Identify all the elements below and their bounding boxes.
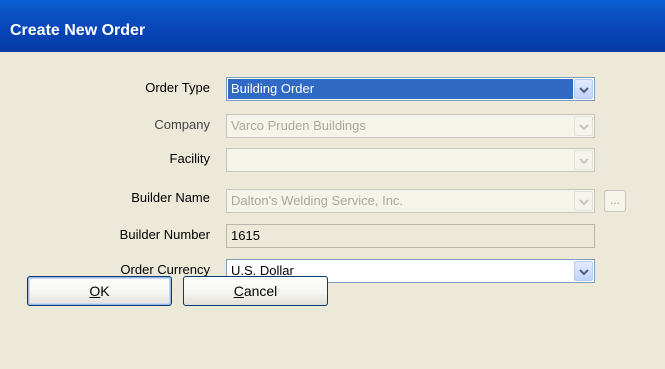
chevron-down-icon [579, 158, 589, 165]
order-type-select[interactable]: Building Order [226, 77, 595, 101]
builder-name-select[interactable]: Dalton's Welding Service, Inc. [226, 189, 595, 213]
chevron-down-icon [579, 87, 589, 94]
facility-label: Facility [169, 151, 210, 166]
window-title: Create New Order [10, 22, 146, 39]
ok-button[interactable]: OK [27, 276, 172, 306]
chevron-down-icon [579, 199, 589, 206]
company-value: Varco Pruden Buildings [231, 118, 366, 133]
builder-name-value: Dalton's Welding Service, Inc. [231, 193, 404, 208]
builder-browse-button[interactable]: ... [604, 190, 626, 212]
order-currency-dropdown-button[interactable] [574, 261, 593, 281]
builder-name-dropdown-button[interactable] [574, 191, 593, 211]
builder-name-label: Builder Name [131, 190, 210, 205]
title-bar[interactable]: Create New Order [0, 0, 665, 52]
chevron-down-icon [579, 124, 589, 131]
company-select[interactable]: Varco Pruden Buildings [226, 114, 595, 138]
cancel-button[interactable]: Cancel [183, 276, 328, 306]
order-type-dropdown-button[interactable] [574, 79, 593, 99]
dialog-body: Order Type Building Order Company Varco … [0, 52, 665, 369]
ok-label-rest: K [100, 283, 110, 299]
chevron-down-icon [579, 269, 589, 276]
builder-number-label: Builder Number [119, 227, 210, 242]
facility-value [228, 150, 573, 170]
order-type-label: Order Type [145, 80, 210, 95]
order-type-value: Building Order [228, 79, 573, 99]
facility-dropdown-button[interactable] [574, 150, 593, 170]
company-label: Company [154, 117, 210, 132]
ok-mnemonic: O [89, 283, 101, 299]
company-dropdown-button[interactable] [574, 116, 593, 136]
cancel-label-rest: ancel [243, 283, 278, 299]
cancel-mnemonic: C [233, 283, 244, 299]
builder-number-field[interactable]: 1615 [226, 224, 595, 248]
facility-select[interactable] [226, 148, 595, 172]
